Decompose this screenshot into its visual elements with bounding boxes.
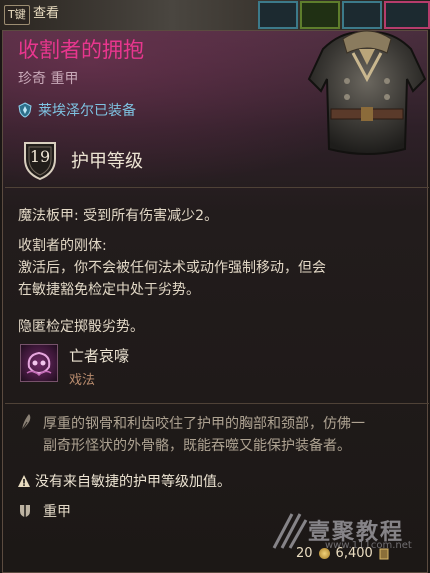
inspect-key-hint: T键 [4, 5, 30, 25]
divider [5, 403, 429, 404]
spell-name: 亡者哀嚎 [69, 347, 130, 365]
item-tooltip: 收割者的拥抱 珍奇 重甲 莱埃泽尔已装备 19 护甲等级 魔法板甲: 受到所有伤… [2, 30, 429, 573]
armor-artwork [307, 30, 427, 155]
armor-class-row: 19 护甲等级 [21, 139, 143, 181]
armor-class-value: 19 [29, 147, 51, 166]
armor-type-label: 重甲 [43, 504, 71, 520]
divider [5, 187, 429, 188]
item-stats: 20 6,400 [296, 546, 389, 561]
armor-type-row: 重甲 [19, 501, 71, 521]
magic-plate-effect: 魔法板甲: 受到所有伤害减少2。 [18, 208, 219, 224]
armor-class-label: 护甲等级 [71, 151, 143, 172]
quill-icon [21, 414, 31, 431]
necrotic-skull-icon [26, 351, 52, 377]
reaper-rigid-desc-2: 在敏捷豁免检定中处于劣势。 [18, 282, 200, 298]
flavor-text: 厚重的钢骨和利齿咬住了护甲的胸部和颈部，仿佛一 副奇形怪状的外骨骼，既能吞噬又能… [43, 413, 415, 457]
gold-value: 6,400 [335, 546, 373, 561]
armor-class-badge: 19 [21, 139, 59, 181]
warning-icon [18, 475, 30, 487]
item-rarity-type: 珍奇 重甲 [18, 71, 79, 87]
inspect-label: 查看 [33, 6, 60, 21]
no-dex-label: 没有来自敏捷的护甲等级加值。 [35, 474, 231, 490]
reaper-rigid-title: 收割者的刚体: [18, 238, 107, 254]
equipped-by-label: 莱埃泽尔已装备 [38, 103, 136, 119]
shield-emblem-icon [18, 102, 32, 118]
gold-coin-icon [318, 548, 330, 559]
item-name: 收割者的拥抱 [18, 38, 144, 62]
equipped-by-row: 莱埃泽尔已装备 [18, 100, 136, 120]
reaper-rigid-desc-1: 激活后，你不会被任何法术或动作强制移动，但会 [18, 260, 326, 276]
stealth-disadvantage: 隐匿检定掷骰劣势。 [18, 319, 144, 335]
flavor-line-2: 副奇形怪状的外骨骼，既能吞噬又能保护装备者。 [43, 438, 351, 454]
no-dex-warning: 没有来自敏捷的护甲等级加值。 [17, 471, 231, 491]
inventory-slot[interactable] [258, 1, 298, 29]
heavy-armor-icon [20, 505, 30, 517]
weight-value: 20 [296, 546, 313, 561]
spell-icon-frame[interactable] [20, 344, 58, 382]
spell-type: 戏法 [69, 373, 96, 388]
flavor-line-1: 厚重的钢骨和利齿咬住了护甲的胸部和颈部，仿佛一 [43, 416, 365, 432]
value-rank-icon [379, 548, 389, 559]
